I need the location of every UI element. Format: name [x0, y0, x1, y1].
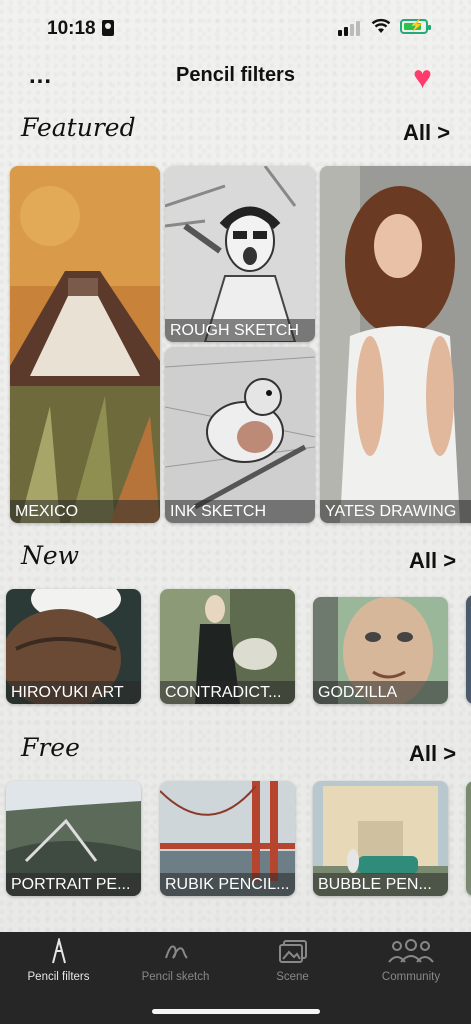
tab-label: Community [381, 971, 441, 983]
filter-card-portrait-pe[interactable]: PORTRAIT PE... [6, 781, 141, 896]
section-title-featured: Featured [21, 113, 136, 142]
filter-card-rubik-pencil[interactable]: RUBIK PENCIL... [160, 781, 295, 896]
partial-card-image [466, 781, 471, 896]
filter-card-label: INK SKETCH [165, 500, 315, 523]
filter-card-ink-sketch[interactable]: INK SKETCH [165, 347, 315, 523]
filter-card-partial-free[interactable] [466, 781, 471, 896]
rough-sketch-image [165, 166, 315, 342]
status-time: 10:18 [47, 18, 96, 39]
tab-label: Scene [276, 971, 309, 983]
filter-card-hiroyuki-art[interactable]: HIROYUKI ART [6, 589, 141, 704]
partial-card-image [466, 595, 471, 704]
page-title: Pencil filters [176, 64, 295, 86]
status-bar: 10:18 ⚡ [0, 0, 471, 56]
filter-card-label: BUBBLE PEN... [313, 873, 448, 896]
mexico-pyramid-image [10, 166, 160, 523]
tab-pencil-filters[interactable]: Pencil filters [0, 932, 117, 992]
scribble-icon [117, 938, 234, 964]
contact-card-icon [102, 20, 114, 36]
free-all-link[interactable]: All > [409, 741, 456, 767]
cellular-signal-icon [338, 20, 364, 36]
filter-card-mexico[interactable]: MEXICO [10, 166, 160, 523]
tab-scene[interactable]: Scene [234, 932, 351, 992]
section-title-new: New [21, 541, 80, 570]
ink-sketch-bird-image [165, 347, 315, 523]
filter-card-yates-drawing[interactable]: YATES DRAWING [320, 166, 471, 523]
filter-card-label: HIROYUKI ART [6, 681, 141, 704]
section-title-free: Free [21, 733, 80, 762]
photos-icon [234, 938, 351, 964]
filter-card-rough-sketch[interactable]: ROUGH SKETCH [165, 166, 315, 342]
filter-card-label: ROUGH SKETCH [165, 319, 315, 342]
home-indicator[interactable] [152, 1009, 320, 1014]
nav-bar: ... Pencil filters ♥ [0, 56, 471, 100]
filter-card-bubble-pen[interactable]: BUBBLE PEN... [313, 781, 448, 896]
tab-label: Pencil sketch [141, 971, 210, 983]
tab-label: Pencil filters [27, 971, 90, 983]
heart-icon[interactable]: ♥ [413, 59, 432, 96]
filter-card-label: YATES DRAWING [320, 500, 471, 523]
filter-card-label: RUBIK PENCIL... [160, 873, 295, 896]
featured-all-link[interactable]: All > [403, 120, 450, 146]
filter-card-label: MEXICO [10, 500, 160, 523]
new-all-link[interactable]: All > [409, 548, 456, 574]
filter-card-label: CONTRADICT... [160, 681, 295, 704]
filter-card-label: PORTRAIT PE... [6, 873, 141, 896]
pencil-icon [0, 936, 117, 964]
filter-card-godzilla[interactable]: GODZILLA [313, 597, 448, 704]
people-icon [351, 938, 471, 964]
filter-card-partial[interactable] [466, 595, 471, 704]
tab-community[interactable]: Community [351, 932, 471, 992]
tab-pencil-sketch[interactable]: Pencil sketch [117, 932, 234, 992]
wifi-icon [371, 18, 391, 39]
yates-drawing-portrait-image [320, 166, 471, 523]
charging-bolt-icon: ⚡ [409, 18, 424, 32]
filter-card-label: GODZILLA [313, 681, 448, 704]
filter-card-contradict[interactable]: CONTRADICT... [160, 589, 295, 704]
